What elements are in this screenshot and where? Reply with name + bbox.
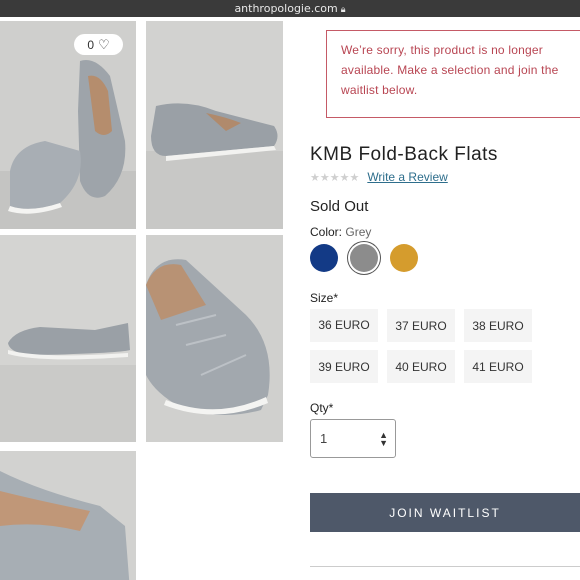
product-gallery: 0 ♡ — [0, 17, 295, 580]
favorite-count: 0 — [87, 37, 95, 52]
alert-line-1: We’re sorry, this product is no longer — [341, 43, 543, 57]
unavailable-alert: We’re sorry, this product is no longer a… — [326, 30, 580, 118]
size-option-39[interactable]: 39 EURO — [310, 350, 378, 383]
swatch-navy[interactable] — [310, 244, 338, 272]
rating-row: ★★★★★ Write a Review — [310, 170, 448, 184]
swatch-mustard[interactable] — [390, 244, 418, 272]
size-option-41[interactable]: 41 EURO — [464, 350, 532, 383]
lock-icon: 🔒︎ — [340, 5, 346, 15]
quantity-select[interactable]: 1 ▲ ▼ — [310, 419, 396, 458]
size-label: Size* — [310, 291, 339, 305]
heart-icon: ♡ — [98, 37, 110, 52]
favorite-button[interactable]: 0 ♡ — [74, 34, 123, 55]
size-option-37[interactable]: 37 EURO — [387, 309, 455, 342]
color-label-row: Color: Grey — [310, 225, 371, 239]
quantity-value: 1 — [320, 431, 328, 446]
quantity-label: Qty* — [310, 401, 334, 415]
product-image-3[interactable] — [0, 235, 136, 442]
color-label: Color: — [310, 225, 343, 239]
product-image-2[interactable] — [146, 21, 283, 229]
size-option-36[interactable]: 36 EURO — [310, 309, 378, 342]
color-selected-value: Grey — [345, 225, 372, 239]
divider — [310, 566, 580, 567]
size-option-40[interactable]: 40 EURO — [387, 350, 455, 383]
join-waitlist-button[interactable]: JOIN WAITLIST — [310, 493, 580, 532]
rating-stars-icon: ★★★★★ — [310, 171, 360, 184]
color-swatches — [310, 244, 418, 272]
alert-line-2: available. Make a selection and join the — [341, 63, 559, 77]
alert-line-3: waitlist below. — [341, 83, 418, 97]
browser-url-bar[interactable]: anthropologie.com 🔒︎ — [0, 0, 580, 17]
stock-status: Sold Out — [310, 198, 369, 215]
select-arrows-icon: ▲ ▼ — [379, 430, 388, 448]
swatch-grey[interactable] — [350, 244, 378, 272]
size-option-38[interactable]: 38 EURO — [464, 309, 532, 342]
product-image-5[interactable] — [0, 451, 136, 580]
product-image-4[interactable] — [146, 235, 283, 442]
url-text: anthropologie.com — [234, 2, 338, 15]
product-title: KMB Fold-Back Flats — [310, 144, 498, 165]
write-review-link[interactable]: Write a Review — [367, 170, 447, 184]
